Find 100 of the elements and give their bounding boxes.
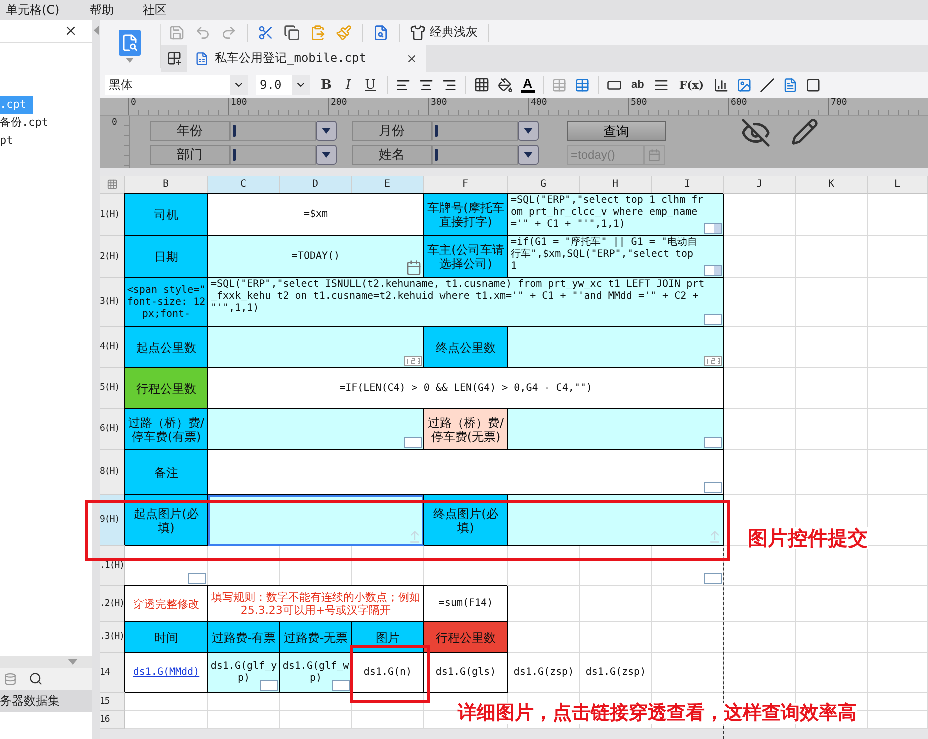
table-cell[interactable]: 过路费-无票 — [280, 622, 352, 653]
row-header[interactable]: 9(H) — [100, 495, 125, 546]
scissors-icon[interactable] — [258, 24, 274, 40]
table-cell[interactable]: ds1.G(glf_wp) — [280, 653, 352, 693]
formula-button[interactable]: F(x) — [677, 78, 706, 92]
image-icon[interactable] — [737, 78, 752, 92]
table-cell[interactable]: 终点图片(必填) — [424, 495, 508, 546]
menu-item[interactable]: 社区 — [143, 2, 203, 18]
table-cell[interactable]: =$xm — [208, 194, 424, 236]
table-cell[interactable]: =sum(F14) — [424, 586, 508, 622]
underline-button[interactable]: U — [362, 78, 380, 92]
grid-icon[interactable] — [166, 51, 182, 66]
file-item[interactable]: pt — [0, 132, 16, 150]
dropdown-button[interactable] — [316, 145, 337, 165]
chart-icon[interactable] — [714, 78, 730, 92]
table-cell[interactable]: =if(G1 = "摩托车" || G1 = "电动自行车",$xm,SQL("ERP","select top 1 — [508, 236, 724, 278]
size-select[interactable]: 9.0 — [256, 75, 310, 95]
param-field[interactable] — [432, 145, 518, 165]
copy-icon[interactable] — [284, 24, 300, 40]
row-header[interactable]: .3(H) — [100, 622, 125, 653]
column-header[interactable]: D — [280, 176, 352, 194]
table-cell[interactable]: <span style=" font-size: 12px;font- — [125, 278, 208, 327]
drill-link[interactable]: ds1.G(MMdd) — [133, 667, 200, 679]
table-cell[interactable]: 填写规则：数字不能有连续的小数点；例如25.3.23可以用+号或汉字隔开 — [208, 586, 424, 622]
row-header[interactable]: 1(H) — [100, 194, 125, 236]
fill-bucket-icon[interactable] — [498, 78, 514, 92]
dropdown-button[interactable] — [316, 121, 337, 141]
align-center-icon[interactable] — [419, 78, 434, 92]
bold-button[interactable]: B — [318, 78, 335, 92]
select-all-icon[interactable] — [106, 179, 118, 190]
table-cell[interactable]: 行程公里数 — [125, 368, 208, 409]
table-cell[interactable]: 穿透完整修改 — [125, 586, 208, 622]
dropdown-button[interactable] — [518, 121, 539, 141]
table-cell[interactable]: =SQL("ERP","select top 1 clhm from prt_hr_clcc_v where emp_name='" + C1 + "'",1,1) — [508, 194, 724, 236]
table-cell[interactable] — [208, 495, 424, 546]
report-search-icon[interactable] — [119, 30, 141, 56]
dropdown-button[interactable] — [518, 145, 539, 165]
table-cell[interactable]: =SQL("ERP","select ISNULL(t2.kehuname, t1.cusname) from prt_yw_xc t1 LEFT JOIN prt_fxxk_kehu t2 on t1.cusname=t2.kehuid where t1.xm='" + C1 + "'and MMdd ='" + C2 + "'",1,1) — [208, 278, 724, 327]
document-tab[interactable]: 私车公用登记_mobile.cpt — [187, 45, 426, 72]
paragraph-icon[interactable] — [654, 78, 670, 92]
font-color-button[interactable]: A — [521, 77, 534, 93]
table-cell[interactable]: =TODAY() — [208, 236, 424, 278]
column-header[interactable]: F — [424, 176, 508, 194]
table-cell[interactable] — [208, 450, 724, 495]
table-cell[interactable]: ds1.G(MMdd) — [125, 653, 208, 693]
table-cell[interactable]: 终点公里数 — [424, 327, 508, 368]
shirt-icon[interactable] — [410, 24, 426, 40]
table-cell[interactable]: ds1.G(n) — [352, 653, 424, 693]
document-icon[interactable] — [783, 78, 798, 92]
row-header[interactable]: 3(H) — [100, 278, 125, 327]
column-header[interactable]: G — [508, 176, 580, 194]
align-right-icon[interactable] — [442, 78, 458, 92]
table-cell[interactable]: 司机 — [125, 194, 208, 236]
align-left-icon[interactable] — [396, 78, 412, 92]
border-icon[interactable] — [474, 77, 490, 93]
column-header[interactable]: J — [724, 176, 796, 194]
table-cell[interactable]: ds1.G(zsp) — [580, 653, 652, 693]
row-header[interactable]: 4(H) — [100, 327, 125, 368]
row-header[interactable]: 6(H) — [100, 409, 125, 450]
search-icon[interactable] — [29, 672, 43, 686]
table-cell[interactable]: 过路（桥）费/停车费(无票) — [424, 409, 508, 450]
table-cell[interactable]: 过路费-有票 — [208, 622, 280, 653]
close-icon[interactable] — [64, 24, 78, 38]
caret-icon[interactable] — [126, 58, 134, 63]
find-icon[interactable] — [373, 24, 389, 40]
param-field[interactable] — [230, 145, 316, 165]
table-cell[interactable] — [508, 409, 724, 450]
table-cell[interactable] — [208, 409, 424, 450]
column-header[interactable]: B — [125, 176, 208, 194]
row-header[interactable]: 16 — [100, 711, 125, 729]
row-header[interactable]: 5(H) — [100, 368, 125, 409]
table-cell[interactable]: ds1.G(zsp) — [508, 653, 580, 693]
row-header[interactable]: 15 — [100, 693, 125, 711]
table-cell[interactable]: 车主(公司车请选择公司) — [424, 236, 508, 278]
row-header[interactable]: .1(H) — [100, 546, 125, 586]
table-cell[interactable]: 行程公里数 — [424, 622, 508, 653]
close-icon[interactable] — [406, 52, 418, 64]
font-select[interactable]: 黑体 — [105, 75, 248, 95]
table-cell[interactable]: 过路（桥）费/停车费(有票) — [125, 409, 208, 450]
menu-item[interactable]: 帮助 — [90, 2, 143, 18]
row-header[interactable]: 2(H) — [100, 236, 125, 278]
table-cell[interactable]: 车牌号(摩托车直接打字) — [424, 194, 508, 236]
column-header[interactable]: L — [868, 176, 928, 194]
column-header[interactable]: I — [652, 176, 724, 194]
table-cell[interactable]: 备注 — [125, 450, 208, 495]
table-cell[interactable]: 日期 — [125, 236, 208, 278]
table-cell[interactable]: 起点图片(必填) — [125, 495, 208, 546]
menu-item[interactable]: 单元格(C) — [6, 2, 90, 18]
hide-icon[interactable] — [741, 118, 771, 148]
file-item[interactable]: 备份.cpt — [0, 114, 50, 132]
table-cell[interactable]: ds1.G(gls) — [424, 653, 508, 693]
table-cell[interactable] — [208, 327, 424, 368]
column-header[interactable]: H — [580, 176, 652, 194]
row-header[interactable]: 8(H) — [100, 450, 125, 495]
row-header[interactable]: 14 — [100, 653, 125, 693]
query-button[interactable]: 查询 — [567, 121, 666, 141]
column-header[interactable]: E — [352, 176, 424, 194]
theme-label[interactable]: 经典浅灰 — [430, 24, 478, 41]
table-cell[interactable]: ds1.G(glf_yp) — [208, 653, 280, 693]
frame-icon[interactable] — [806, 78, 822, 92]
